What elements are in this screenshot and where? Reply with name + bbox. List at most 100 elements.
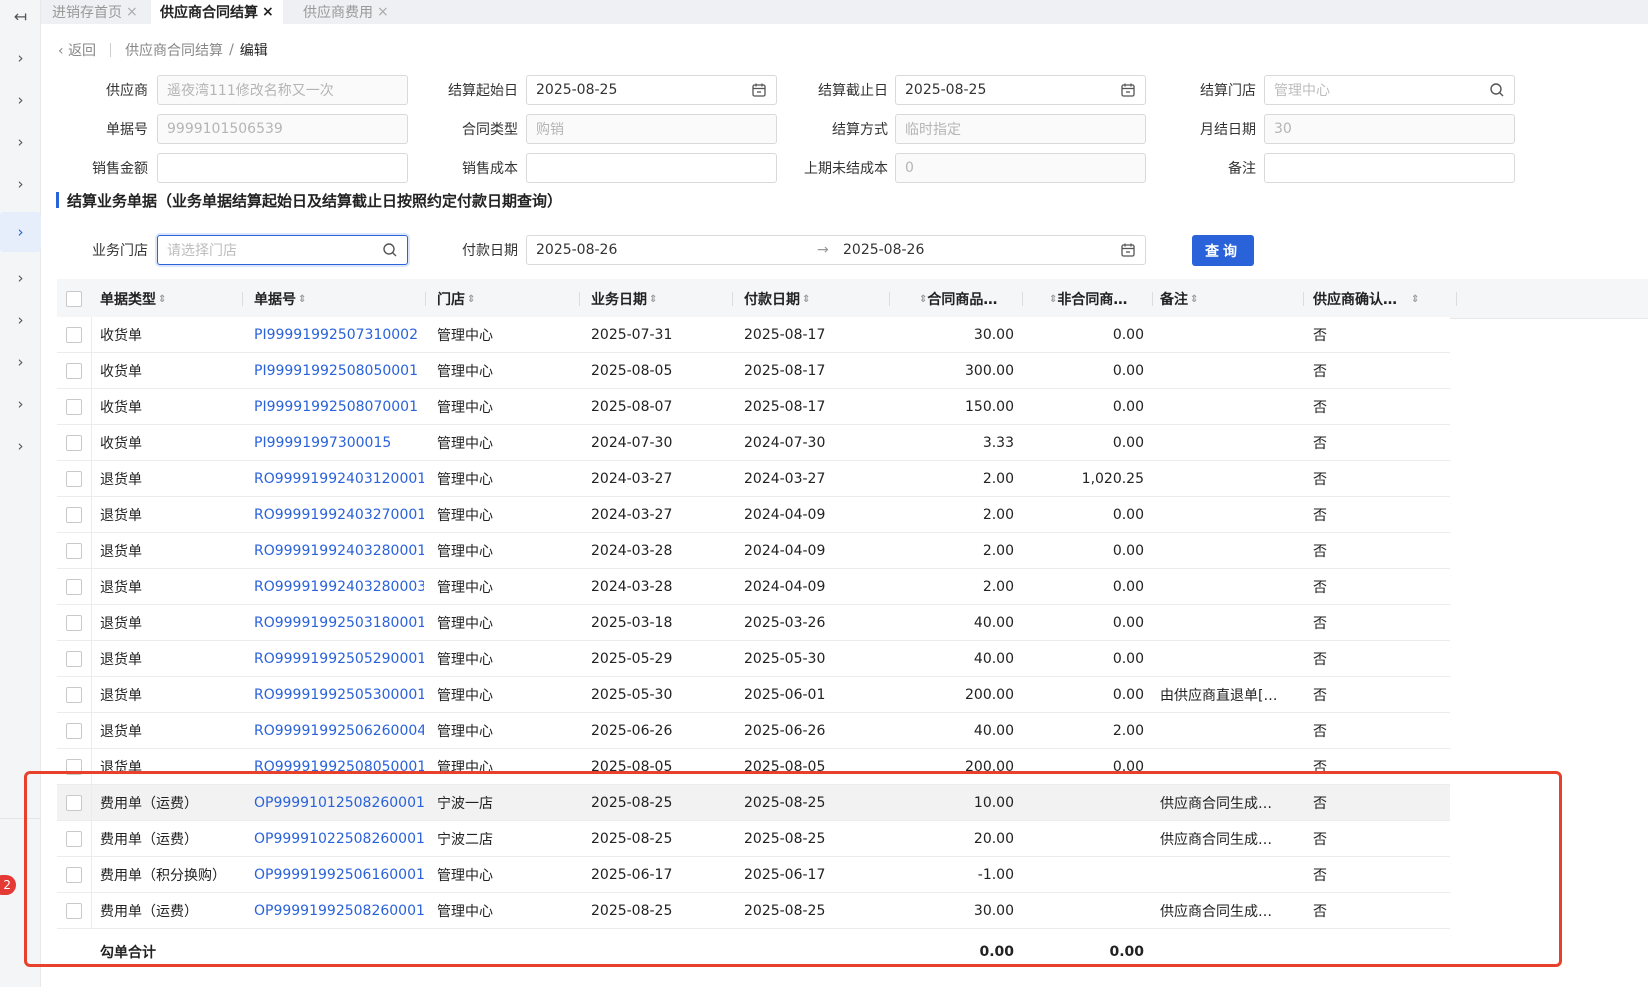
row-checkbox[interactable] — [66, 399, 82, 415]
settle-method-value: 临时指定 — [905, 122, 961, 138]
end-date-picker[interactable]: 2025-08-25 — [895, 75, 1146, 105]
table-row[interactable]: 退货单 RO99991992505290001 管理中心 2025-05-29 2025… — [57, 641, 1450, 677]
row-checkbox[interactable] — [66, 723, 82, 739]
biz-store-input[interactable]: 请选择门店 — [157, 235, 408, 265]
cell-doc-no[interactable]: RO99991992403120001 — [254, 461, 424, 497]
table-row[interactable]: 退货单 RO99991992506260004 管理中心 2025-06-26 2025… — [57, 713, 1450, 749]
row-checkbox[interactable] — [66, 471, 82, 487]
remark-input[interactable] — [1264, 153, 1515, 183]
query-button[interactable]: 查询 — [1192, 235, 1254, 266]
cell-doc-no[interactable]: RO99991992505290001 — [254, 641, 424, 677]
col-doc-type[interactable]: 单据类型 ⇕ — [100, 279, 166, 319]
row-checkbox[interactable] — [66, 327, 82, 343]
row-checkbox[interactable] — [66, 795, 82, 811]
col-pay-date[interactable]: 付款日期 ⇕ — [744, 279, 810, 319]
row-checkbox[interactable] — [66, 867, 82, 883]
table-row[interactable]: 收货单 PI99991992508050001 管理中心 2025-08-05 2025… — [57, 353, 1450, 389]
table-row[interactable]: 退货单 RO99991992503180001 管理中心 2025-03-18 2025… — [57, 605, 1450, 641]
col-doc-no[interactable]: 单据号 ⇕ — [254, 279, 306, 319]
close-icon[interactable]: × — [377, 4, 389, 20]
row-checkbox[interactable] — [66, 759, 82, 775]
table-row[interactable]: 费用单（运费） OP99991012508260001 宁波一店 2025-08-25… — [57, 785, 1450, 821]
table-row[interactable]: 退货单 RO99991992403270001 管理中心 2024-03-27 2024… — [57, 497, 1450, 533]
table-row[interactable]: 收货单 PI99991992507310002 管理中心 2025-07-31 2025… — [57, 317, 1450, 353]
row-checkbox[interactable] — [66, 435, 82, 451]
col-contract-goods[interactable]: ⇕ 合同商品… — [917, 279, 997, 319]
cell-doc-no[interactable]: OP99991022508260001 — [254, 821, 424, 857]
cell-doc-no[interactable]: RO99991992508050001 — [254, 749, 424, 785]
table-row[interactable]: 费用单（运费） OP99991022508260001 宁波二店 2025-08-25… — [57, 821, 1450, 857]
cell-doc-no[interactable]: PI99991992508070001 — [254, 389, 424, 425]
table-row[interactable]: 收货单 PI99991997300015 管理中心 2024-07-30 2024-07… — [57, 425, 1450, 461]
collapse-icon[interactable]: ↤ — [0, 0, 41, 32]
table-row[interactable]: 收货单 PI99991992508070001 管理中心 2025-08-07 2025… — [57, 389, 1450, 425]
row-checkbox[interactable] — [66, 687, 82, 703]
tab-supplier-settlement[interactable]: 供应商合同结算 × — [151, 0, 283, 24]
cell-doc-no[interactable]: RO99991992403280001 — [254, 533, 424, 569]
cell-doc-no[interactable]: RO99991992403270001 — [254, 497, 424, 533]
select-all-checkbox[interactable] — [66, 291, 82, 307]
tab-inventory-home[interactable]: 进销存首页 × — [43, 0, 147, 24]
cell-doc-no[interactable]: RO99991992505300001 — [254, 677, 424, 713]
cell-doc-type: 退货单 — [100, 472, 142, 488]
chevron-right-icon[interactable]: › — [0, 122, 41, 162]
chevron-right-icon[interactable]: › — [0, 164, 41, 204]
search-icon[interactable] — [1489, 82, 1505, 98]
chevron-right-icon[interactable]: › — [0, 384, 41, 424]
cell-non-contract-goods: 0.00 — [1112, 399, 1144, 415]
row-checkbox[interactable] — [66, 615, 82, 631]
cell-doc-no[interactable]: RO99991992506260004 — [254, 713, 424, 749]
chevron-right-icon[interactable]: › — [0, 212, 41, 252]
chevron-right-icon[interactable]: › — [0, 426, 41, 466]
close-icon[interactable]: × — [126, 4, 138, 20]
row-checkbox[interactable] — [66, 831, 82, 847]
row-checkbox[interactable] — [66, 579, 82, 595]
paydate-range-picker[interactable]: 2025-08-26 → 2025-08-26 — [526, 235, 1146, 265]
cell-pay-date: 2025-08-25 — [744, 795, 826, 811]
tab-supplier-fees[interactable]: 供应商费用 × — [294, 0, 398, 24]
sales-cost-input[interactable] — [526, 153, 777, 183]
table-row[interactable]: 退货单 RO99991992403120001 管理中心 2024-03-27 2024… — [57, 461, 1450, 497]
chevron-right-icon[interactable]: › — [0, 300, 41, 340]
col-non-contract-goods[interactable]: ⇕ 非合同商… — [1047, 279, 1127, 319]
cell-contract-goods: 10.00 — [973, 795, 1014, 811]
col-store[interactable]: 门店 ⇕ — [437, 279, 475, 319]
calendar-icon — [1121, 243, 1135, 257]
cell-doc-no[interactable]: OP99991992508260001 — [254, 893, 424, 929]
cell-doc-no[interactable]: OP99991012508260001 — [254, 785, 424, 821]
breadcrumb-parent[interactable]: 供应商合同结算 — [125, 40, 223, 60]
cell-doc-no[interactable]: PI99991992507310002 — [254, 317, 424, 353]
cell-doc-no[interactable]: RO99991992503180001 — [254, 605, 424, 641]
table-row[interactable]: 费用单（积分换购） OP99991992506160001 管理中心 2025-06-… — [57, 857, 1450, 893]
col-biz-date[interactable]: 业务日期 ⇕ — [591, 279, 657, 319]
start-date-picker[interactable]: 2025-08-25 — [526, 75, 777, 105]
table-row[interactable]: 退货单 RO99991992505300001 管理中心 2025-05-30 2025… — [57, 677, 1450, 713]
col-supplier-confirm[interactable]: 供应商确认… ⇕ — [1313, 279, 1419, 319]
col-remark[interactable]: 备注 ⇕ — [1160, 279, 1198, 319]
chevron-right-icon[interactable]: › — [0, 80, 41, 120]
table-row[interactable]: 退货单 RO99991992403280001 管理中心 2024-03-28 2024… — [57, 533, 1450, 569]
close-icon[interactable]: × — [262, 4, 274, 20]
table-row[interactable]: 费用单（运费） OP99991992508260001 管理中心 2025-08-25… — [57, 893, 1450, 929]
notification-badge[interactable]: 2 — [0, 875, 16, 895]
chevron-right-icon[interactable]: › — [0, 38, 41, 78]
table-row[interactable]: 退货单 RO99991992508050001 管理中心 2025-08-05 2025… — [57, 749, 1450, 785]
cell-doc-type: 费用单（积分换购） — [100, 868, 226, 884]
sales-amount-input[interactable] — [157, 153, 408, 183]
cell-doc-no[interactable]: PI99991997300015 — [254, 425, 424, 461]
cell-doc-no[interactable]: PI99991992508050001 — [254, 353, 424, 389]
row-checkbox[interactable] — [66, 507, 82, 523]
chevron-right-icon[interactable]: › — [0, 342, 41, 382]
table-row[interactable]: 退货单 RO99991992403280003 管理中心 2024-03-28 2024… — [57, 569, 1450, 605]
settle-store-input[interactable]: 管理中心 — [1264, 75, 1515, 105]
row-checkbox[interactable] — [66, 903, 82, 919]
cell-biz-date: 2025-08-25 — [591, 831, 673, 847]
row-checkbox[interactable] — [66, 651, 82, 667]
cell-doc-no[interactable]: OP99991992506160001 — [254, 857, 424, 893]
cell-doc-no[interactable]: RO99991992403280003 — [254, 569, 424, 605]
chevron-right-icon[interactable]: › — [0, 258, 41, 298]
back-link[interactable]: ‹ 返回 — [58, 40, 96, 60]
row-checkbox[interactable] — [66, 543, 82, 559]
search-icon[interactable] — [382, 242, 398, 258]
row-checkbox[interactable] — [66, 363, 82, 379]
